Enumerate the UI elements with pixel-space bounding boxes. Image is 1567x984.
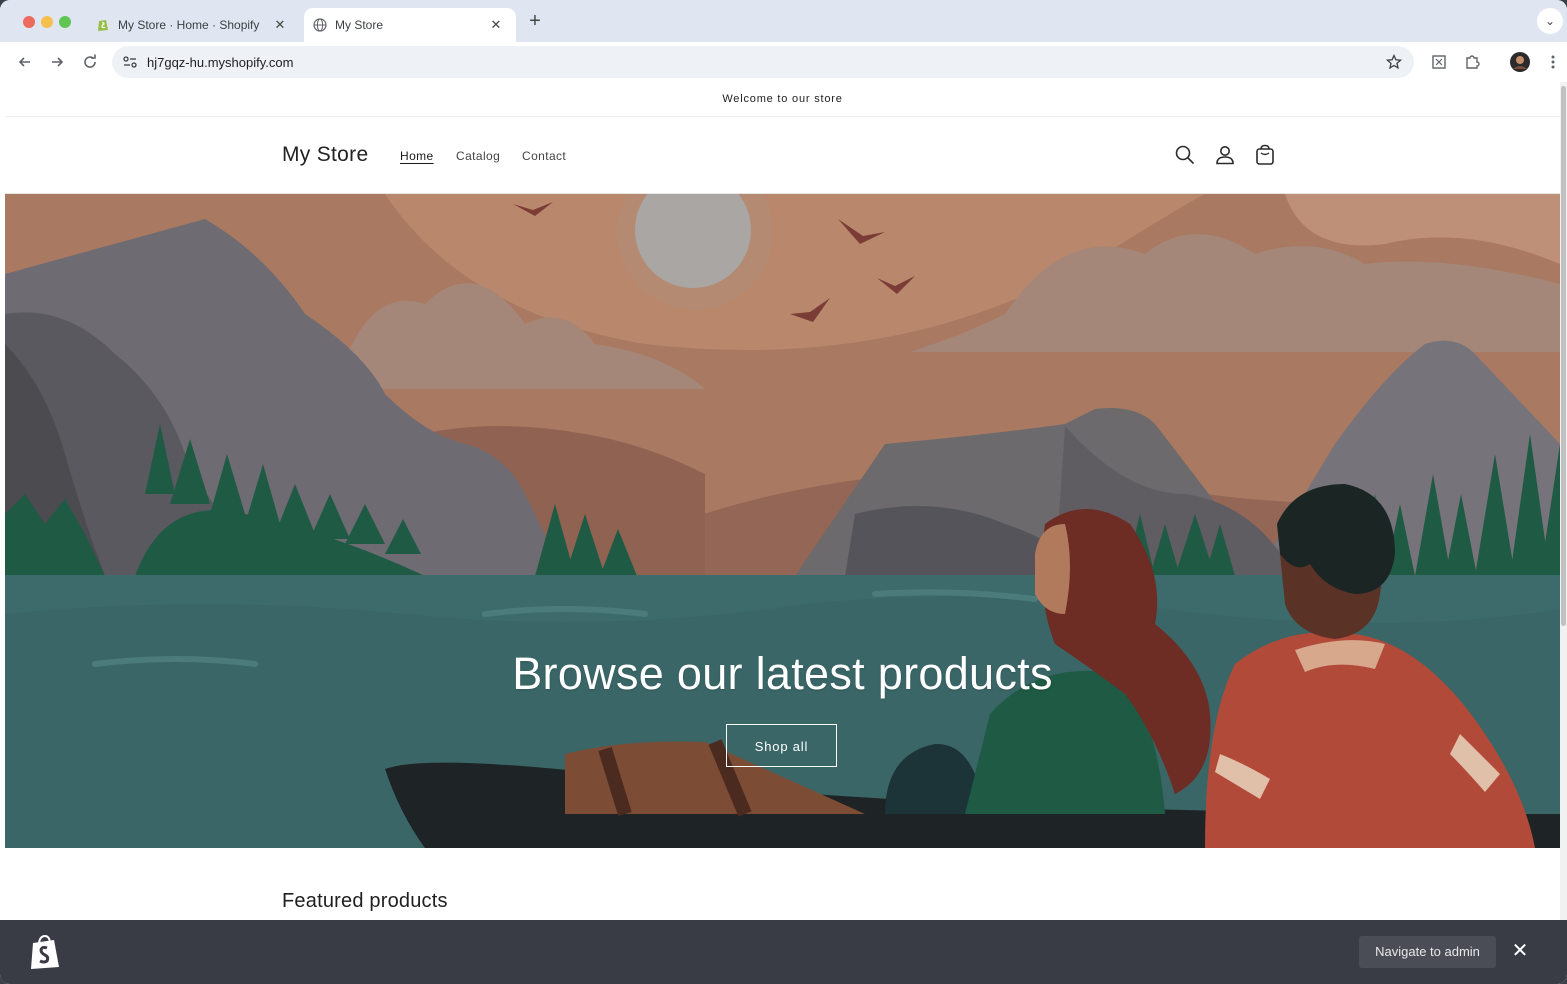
- account-icon[interactable]: [1213, 143, 1237, 167]
- tab-close-icon[interactable]: ✕: [270, 15, 290, 35]
- arrow-right-icon: [52, 57, 64, 67]
- reload-button[interactable]: [78, 50, 102, 74]
- page-viewport: Welcome to our store My Store Home Catal…: [5, 82, 1560, 984]
- url-text: hj7gqz-hu.myshopify.com: [147, 55, 294, 70]
- forward-button[interactable]: [45, 50, 69, 74]
- browser-menu-button[interactable]: [1541, 50, 1565, 74]
- search-icon[interactable]: [1173, 143, 1197, 167]
- tab-title: My Store: [335, 18, 384, 32]
- globe-icon: [313, 18, 327, 32]
- puzzle-icon: [1466, 55, 1480, 69]
- cart-icon[interactable]: [1253, 143, 1277, 167]
- tab-strip: My Store · Home · Shopify ✕ My Store ✕ +…: [0, 0, 1567, 42]
- new-tab-button[interactable]: +: [524, 10, 546, 32]
- tab-close-icon[interactable]: ✕: [486, 15, 506, 35]
- close-window-button[interactable]: [23, 16, 35, 28]
- arrow-left-icon: [18, 57, 30, 67]
- profile-avatar[interactable]: [1508, 50, 1532, 74]
- shopify-admin-bar: Navigate to admin ✕: [0, 920, 1567, 984]
- reload-icon: [84, 54, 96, 68]
- extensions-menu-button[interactable]: [1460, 50, 1484, 74]
- browser-toolbar: hj7gqz-hu.myshopify.com: [0, 42, 1567, 82]
- tab-my-store[interactable]: My Store ✕: [304, 8, 516, 42]
- extension-icon: [1432, 55, 1446, 69]
- site-info-icon[interactable]: [122, 55, 138, 69]
- hero-heading: Browse our latest products: [512, 648, 1053, 699]
- nav-contact-link[interactable]: Contact: [522, 149, 566, 163]
- shopify-bag-icon[interactable]: [28, 934, 62, 970]
- close-icon[interactable]: ✕: [1509, 940, 1531, 962]
- navigate-to-admin-button[interactable]: Navigate to admin: [1359, 936, 1496, 968]
- kebab-menu-icon: [1551, 55, 1555, 69]
- shopify-favicon-icon: [96, 18, 110, 32]
- announcement-bar: Welcome to our store: [5, 82, 1560, 117]
- tab-title: My Store · Home · Shopify: [118, 18, 260, 32]
- hero-banner: Browse our latest products Shop all: [5, 194, 1560, 848]
- minimize-window-button[interactable]: [41, 16, 53, 28]
- shop-all-button[interactable]: Shop all: [726, 724, 837, 767]
- featured-products-title: Featured products: [282, 890, 448, 912]
- back-button[interactable]: [13, 50, 37, 74]
- store-header: My Store Home Catalog Contact: [5, 117, 1560, 194]
- nav-catalog-link[interactable]: Catalog: [456, 149, 500, 163]
- extension-button[interactable]: [1427, 50, 1451, 74]
- tab-search-dropdown-icon[interactable]: ⌄: [1537, 8, 1563, 34]
- browser-window: My Store · Home · Shopify ✕ My Store ✕ +…: [0, 0, 1567, 984]
- scrollbar-thumb[interactable]: [1561, 86, 1566, 626]
- store-logo[interactable]: My Store: [282, 143, 368, 167]
- nav-home-link[interactable]: Home: [400, 149, 434, 163]
- avatar-icon: [1510, 52, 1530, 72]
- maximize-window-button[interactable]: [59, 16, 71, 28]
- address-bar[interactable]: hj7gqz-hu.myshopify.com: [112, 46, 1414, 78]
- bookmark-star-icon[interactable]: [1385, 53, 1403, 70]
- tab-shopify-admin[interactable]: My Store · Home · Shopify ✕: [86, 8, 300, 42]
